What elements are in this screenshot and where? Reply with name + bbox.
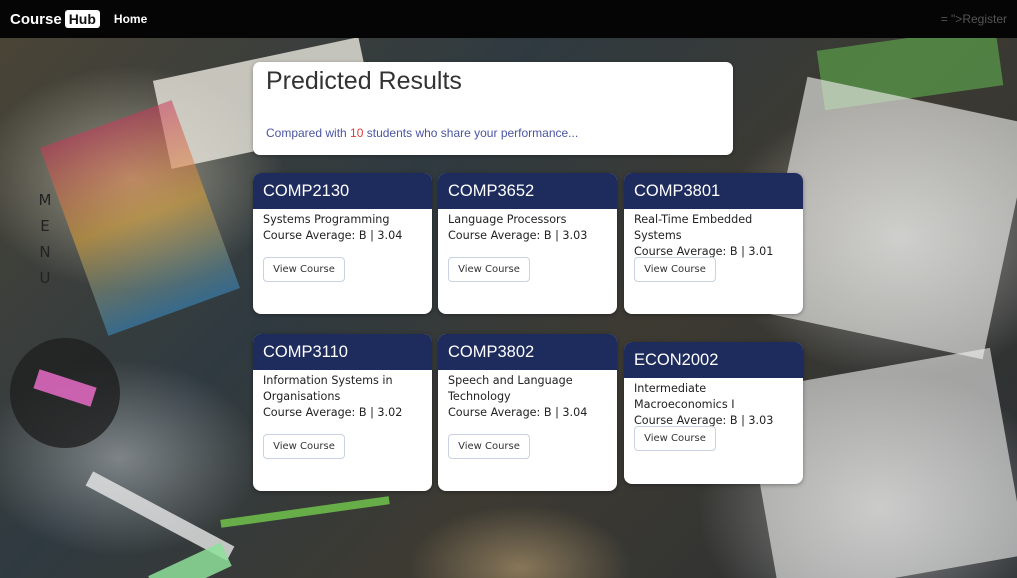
subtitle-prefix: Compared with xyxy=(266,126,351,140)
course-name: Real-Time Embedded Systems xyxy=(634,213,753,242)
side-menu-letter: M xyxy=(38,191,52,209)
course-card-econ2002: ECON2002 Intermediate Macroeconomics I C… xyxy=(624,342,803,484)
course-name: Intermediate Macroeconomics I xyxy=(634,382,735,411)
course-code: ECON2002 xyxy=(624,342,803,378)
course-card-comp3652: COMP3652 Language Processors Course Aver… xyxy=(438,173,617,314)
student-count: 10 xyxy=(350,126,364,140)
view-course-button[interactable]: View Course xyxy=(448,434,530,459)
brand-logo[interactable]: Course Hub xyxy=(10,10,100,28)
side-menu-letter: U xyxy=(39,269,51,287)
top-navbar: Course Hub Home = ">Register xyxy=(0,0,1017,38)
course-average: Course Average: B | 3.04 xyxy=(448,406,588,419)
course-card-comp3801: COMP3801 Real-Time Embedded Systems Cour… xyxy=(624,173,803,314)
course-code: COMP3652 xyxy=(438,173,617,209)
brand-hub-badge: Hub xyxy=(64,10,100,28)
predicted-results-panel: Predicted Results Compared with 10 stude… xyxy=(253,62,733,155)
view-course-button[interactable]: View Course xyxy=(448,257,530,282)
view-course-button[interactable]: View Course xyxy=(634,426,716,451)
course-name: Information Systems in Organisations xyxy=(263,374,393,403)
course-name: Language Processors xyxy=(448,213,567,226)
pencil-decoration xyxy=(220,496,390,528)
course-code: COMP2130 xyxy=(253,173,432,209)
nav-register-link[interactable]: = ">Register xyxy=(941,12,1007,26)
side-menu-toggle[interactable]: M E N U xyxy=(38,192,52,296)
comparison-subtitle: Compared with 10 students who share your… xyxy=(266,126,578,140)
view-course-button[interactable]: View Course xyxy=(263,257,345,282)
view-course-button[interactable]: View Course xyxy=(263,434,345,459)
course-card-comp3110: COMP3110 Information Systems in Organisa… xyxy=(253,334,432,491)
view-course-button[interactable]: View Course xyxy=(634,257,716,282)
course-code: COMP3801 xyxy=(624,173,803,209)
course-card-comp3802: COMP3802 Speech and Language Technology … xyxy=(438,334,617,491)
course-card-comp2130: COMP2130 Systems Programming Course Aver… xyxy=(253,173,432,314)
side-menu-letter: E xyxy=(40,217,50,235)
course-average: Course Average: B | 3.04 xyxy=(263,229,403,242)
nav-home-link[interactable]: Home xyxy=(114,12,147,26)
brand-course-text: Course xyxy=(10,10,62,28)
subtitle-suffix: students who share your performance... xyxy=(363,126,579,140)
page-title: Predicted Results xyxy=(266,67,462,95)
side-menu-letter: N xyxy=(39,243,51,261)
course-average: Course Average: B | 3.03 xyxy=(448,229,588,242)
course-average: Course Average: B | 3.02 xyxy=(263,406,403,419)
course-name: Systems Programming xyxy=(263,213,390,226)
highlighter-decoration xyxy=(148,542,232,578)
course-code: COMP3110 xyxy=(253,334,432,370)
course-name: Speech and Language Technology xyxy=(448,374,573,403)
course-code: COMP3802 xyxy=(438,334,617,370)
